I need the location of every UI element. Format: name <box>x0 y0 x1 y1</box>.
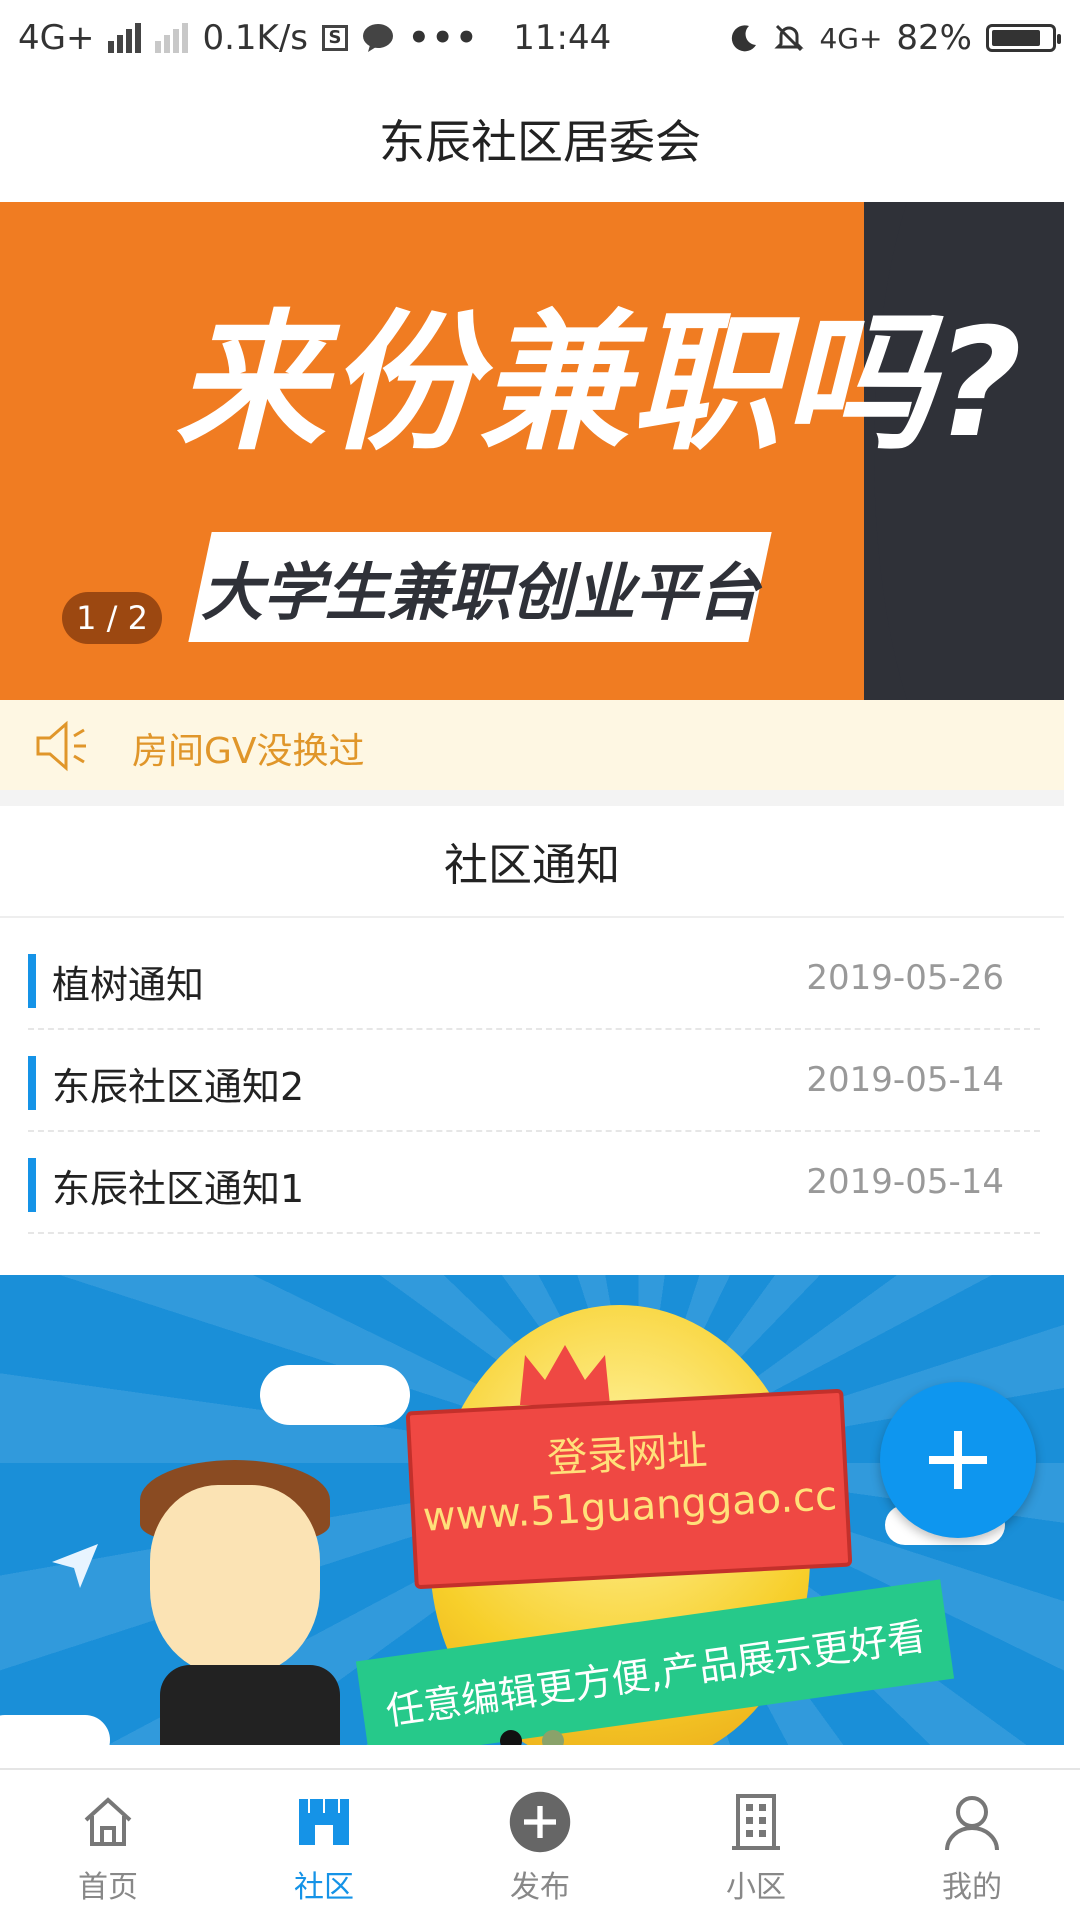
nav-item-neighborhood[interactable]: 小区 <box>648 1770 864 1922</box>
section-title: 社区通知 <box>0 806 1064 918</box>
bottom-nav: 首页 社区 发布 小区 我的 <box>0 1768 1080 1922</box>
signal-icon <box>108 23 142 53</box>
banner-headline: 来份兼职吗? <box>175 297 1025 471</box>
more-icon: ••• <box>408 18 480 58</box>
banner-pager: 1 / 2 <box>62 592 162 644</box>
status-left: 4G+ 0.1K/s S ••• 11:44 <box>18 14 611 62</box>
nav-label: 发布 <box>510 1870 570 1905</box>
banner-subline: 大学生兼职创业平台 <box>200 556 759 629</box>
battery-fill <box>992 30 1040 46</box>
nav-label: 我的 <box>942 1870 1002 1905</box>
nav-item-home[interactable]: 首页 <box>0 1770 216 1922</box>
signal-empty-icon <box>155 23 189 53</box>
nav-label: 小区 <box>726 1870 786 1905</box>
banner-subline-box: 大学生兼职创业平台 <box>188 532 772 642</box>
url-sign: 登录网址 www.51guanggao.cc <box>405 1388 853 1590</box>
cloud-icon <box>260 1365 410 1425</box>
crown-icon <box>520 1345 610 1405</box>
notice-title: 东辰社区通知2 <box>52 1065 305 1109</box>
nav-item-me[interactable]: 我的 <box>864 1770 1080 1922</box>
moon-icon <box>732 25 757 52</box>
plus-circle-icon <box>509 1791 571 1853</box>
user-icon <box>945 1796 999 1851</box>
store-icon <box>299 1799 349 1845</box>
notice-row[interactable]: 东辰社区通知1 2019-05-14 <box>28 1132 1040 1234</box>
notice-bar[interactable]: 房间GV没换过 <box>0 700 1064 790</box>
s-app-icon: S <box>322 25 349 51</box>
battery-icon <box>986 24 1061 52</box>
network-label: 4G+ <box>18 18 95 58</box>
carousel-dots <box>500 1730 564 1745</box>
carousel-dot <box>542 1730 564 1745</box>
mute-bell-icon <box>774 24 805 52</box>
cloud-icon <box>0 1715 110 1745</box>
plus-icon <box>929 1431 987 1489</box>
character-body <box>160 1665 340 1745</box>
page-title: 东辰社区居委会 <box>0 76 1080 202</box>
notice-date: 2019-05-14 <box>806 1060 1004 1100</box>
fab-add-button[interactable] <box>880 1382 1036 1538</box>
chat-bubble-icon <box>363 24 394 52</box>
nav-item-community[interactable]: 社区 <box>216 1770 432 1922</box>
notice-text: 房间GV没换过 <box>132 731 365 772</box>
notice-title: 植树通知 <box>52 963 205 1007</box>
clock: 11:44 <box>513 18 612 58</box>
network-speed: 0.1K/s <box>202 18 309 58</box>
notice-row[interactable]: 东辰社区通知2 2019-05-14 <box>28 1030 1040 1132</box>
section-divider <box>0 790 1064 806</box>
notice-title: 东辰社区通知1 <box>52 1167 305 1211</box>
row-accent-bar <box>28 1158 36 1212</box>
building-icon <box>732 1794 780 1850</box>
row-accent-bar <box>28 954 36 1008</box>
notice-date: 2019-05-14 <box>806 1162 1004 1202</box>
carousel-dot-active <box>500 1730 522 1745</box>
nav-item-publish[interactable]: 发布 <box>432 1770 648 1922</box>
character-head <box>150 1485 320 1675</box>
status-bar: 4G+ 0.1K/s S ••• 11:44 4G+ 82% <box>0 0 1080 76</box>
paper-plane-icon <box>52 1544 98 1588</box>
status-right: 4G+ 82% <box>729 14 1061 62</box>
banner-carousel[interactable]: 来份兼职吗? 大学生兼职创业平台 1 / 2 <box>0 202 1064 700</box>
network-label-right: 4G+ <box>819 21 883 55</box>
battery-percent: 82% <box>896 18 972 58</box>
speaker-icon <box>36 720 86 772</box>
nav-label: 首页 <box>78 1870 138 1905</box>
row-accent-bar <box>28 1056 36 1110</box>
nav-label: 社区 <box>294 1870 354 1905</box>
notice-date: 2019-05-26 <box>806 958 1004 998</box>
notice-row[interactable]: 植树通知 2019-05-26 <box>28 928 1040 1030</box>
home-icon <box>84 1797 132 1846</box>
